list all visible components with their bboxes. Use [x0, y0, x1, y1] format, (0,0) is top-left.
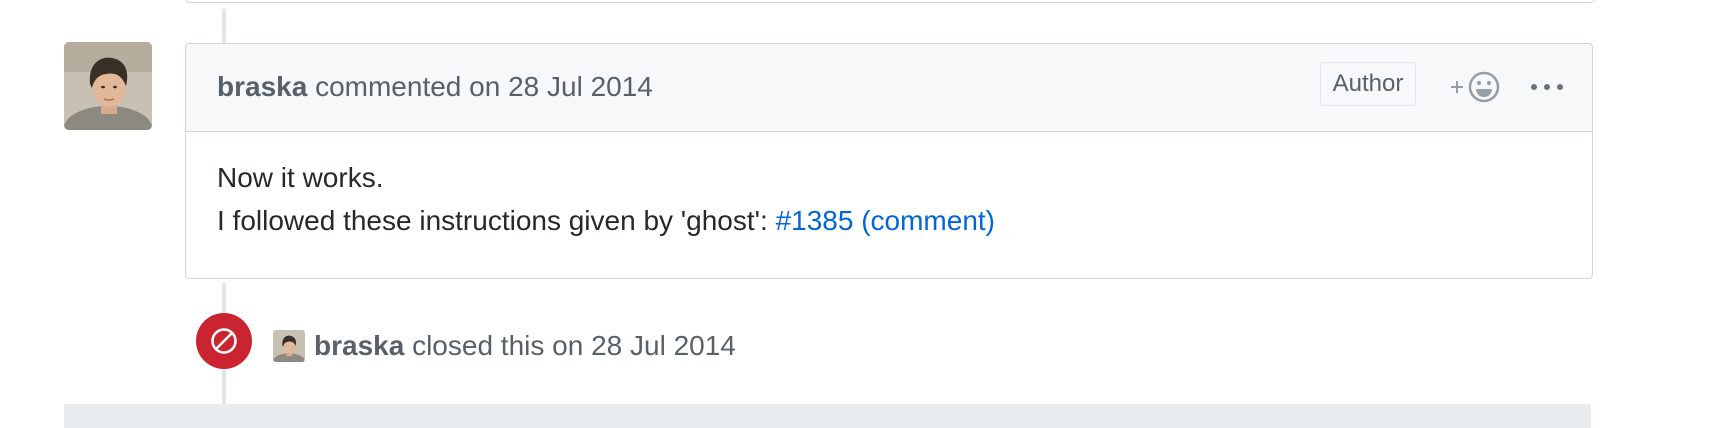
event-author-link[interactable]: braska: [314, 330, 404, 361]
author-badge: Author: [1320, 62, 1416, 106]
closed-event-badge: [196, 313, 252, 369]
comment-author-link[interactable]: braska: [217, 71, 307, 102]
event-text: braska closed this on 28 Jul 2014: [314, 329, 736, 363]
comment-body-line: Now it works.: [217, 162, 384, 193]
previous-comment-box: [185, 0, 1595, 3]
kebab-horizontal-icon: [1531, 84, 1563, 90]
smiley-plus-icon: [1451, 71, 1500, 103]
add-reaction-button[interactable]: [1448, 68, 1508, 106]
comment-box: braska commented on 28 Jul 2014 Author N…: [185, 43, 1593, 279]
event-author-avatar[interactable]: [273, 330, 305, 362]
comment-header-text: braska commented on 28 Jul 2014: [217, 71, 653, 103]
comment-action-text: commented on 28 Jul 2014: [315, 71, 653, 102]
discussion-footer-bar: [64, 404, 1591, 428]
more-options-button[interactable]: [1526, 68, 1568, 106]
avatar-image: [64, 42, 152, 130]
event-action-text: closed this on 28 Jul 2014: [412, 330, 736, 361]
issue-comment-link[interactable]: #1385 (comment): [776, 205, 995, 236]
author-avatar[interactable]: [64, 42, 152, 130]
circle-slash-icon: [211, 328, 237, 354]
comment-body-text: I followed these instructions given by '…: [217, 205, 776, 236]
comment-header: braska commented on 28 Jul 2014 Author: [186, 44, 1592, 132]
comment-body: Now it works. I followed these instructi…: [217, 156, 995, 242]
avatar-image: [273, 330, 305, 362]
timeline-line: [222, 9, 226, 43]
comment-body-line: I followed these instructions given by '…: [217, 199, 995, 242]
